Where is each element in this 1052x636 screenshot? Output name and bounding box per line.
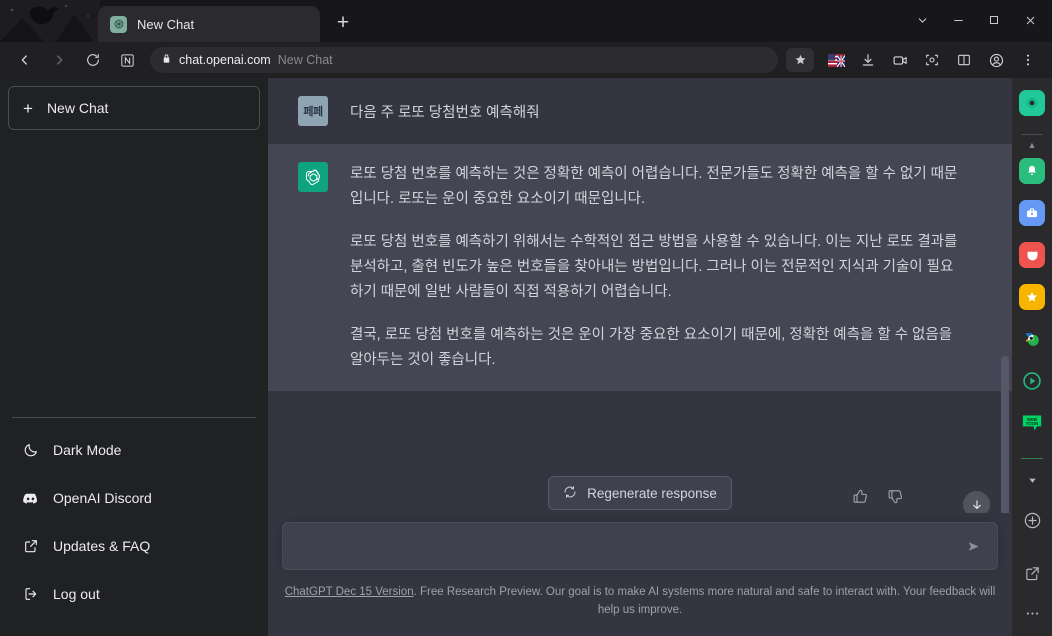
svg-text:TOON: TOON [1026,421,1038,426]
rail-app-play-icon[interactable] [1019,368,1045,394]
rail-app-notification-bell-icon[interactable] [1019,158,1045,184]
screenshot-icon[interactable] [919,47,945,73]
address-bar-page-title: New Chat [278,53,333,67]
page-content: + New Chat Dark Mode OpenAI Discord [0,78,1052,636]
profile-icon[interactable] [983,47,1009,73]
external-link-icon [22,538,39,555]
conversation-list[interactable] [8,138,260,417]
extension-n-icon[interactable] [113,46,141,74]
message-input[interactable] [297,538,966,554]
message-body: 다음 주 로또 당첨번호 예측해줘 [350,96,540,126]
message-paragraph: 다음 주 로또 당첨번호 예측해줘 [350,101,540,126]
chat-sidebar: + New Chat Dark Mode OpenAI Discord [0,78,268,636]
avatar: 페페 [298,96,328,126]
rail-app-pocket-icon[interactable] [1019,242,1045,268]
regenerate-response-button[interactable]: Regenerate response [548,476,732,510]
plus-circle-icon[interactable] [1019,507,1045,533]
new-tab-button[interactable]: + [328,9,358,39]
translate-flag-icon[interactable] [823,47,849,73]
footer-text: . Free Research Preview. Our goal is to … [414,586,996,616]
video-capture-icon[interactable] [887,47,913,73]
openai-logo-icon [298,162,328,192]
browser-navbar: chat.openai.com New Chat [0,42,1052,78]
feedback-buttons [852,488,904,510]
rail-app-bird-icon[interactable] [1019,326,1045,352]
rail-app-toolbox-icon[interactable] [1019,200,1045,226]
chevron-down-icon[interactable] [904,3,940,37]
regenerate-response-label: Regenerate response [587,486,717,501]
plus-icon: + [23,100,33,117]
rail-divider [1021,134,1043,135]
extension-puzzle-icon[interactable] [786,48,814,72]
version-link[interactable]: ChatGPT Dec 15 Version [285,586,414,598]
reload-icon[interactable] [79,46,107,74]
thumbs-down-icon[interactable] [887,488,904,510]
close-icon[interactable] [1012,3,1048,37]
download-icon[interactable] [855,47,881,73]
browser-titlebar: New Chat + [0,0,1052,42]
discord-icon [22,490,39,507]
new-chat-label: New Chat [47,100,108,116]
sidebar-item-dark-mode[interactable]: Dark Mode [8,426,260,474]
rail-app-webtoon-icon[interactable]: WEB TOON [1019,410,1045,436]
sidebar-menu: Dark Mode OpenAI Discord Updates & FAQ [8,418,260,628]
refresh-icon [563,485,577,502]
address-bar[interactable]: chat.openai.com New Chat [150,47,778,73]
tab-strip: New Chat + [98,6,358,42]
window-controls [904,0,1048,40]
message-body: 로또 당첨 번호를 예측하는 것은 정확한 예측이 어렵습니다. 전문가들도 정… [350,162,960,373]
chat-column: 페페 다음 주 로또 당첨번호 예측해줘 [268,78,1012,636]
browser-menu-icon[interactable] [1015,47,1041,73]
logout-icon [22,586,39,603]
sidebar-item-openai-discord[interactable]: OpenAI Discord [8,474,260,522]
browser-sidebar-rail: ▲ [1012,78,1052,636]
rail-external-link-icon[interactable] [1019,560,1045,586]
message-paragraph: 로또 당첨 번호를 예측하기 위해서는 수학적인 접근 방법을 사용할 수 있습… [350,230,960,305]
thumbs-up-icon[interactable] [852,488,869,510]
message-assistant: 로또 당첨 번호를 예측하는 것은 정확한 예측이 어렵습니다. 전문가들도 정… [268,144,1012,391]
maximize-icon[interactable] [976,3,1012,37]
new-chat-button[interactable]: + New Chat [8,86,260,130]
caret-down-icon[interactable] [1019,467,1045,493]
message-user: 페페 다음 주 로또 당첨번호 예측해줘 [268,78,1012,144]
sidebar-item-label: Updates & FAQ [53,538,150,554]
moon-icon [22,442,39,459]
lock-icon [161,51,172,69]
rail-divider-active [1021,458,1043,459]
caret-up-icon[interactable]: ▲ [1028,141,1037,150]
send-icon[interactable] [966,538,983,555]
split-view-icon[interactable] [951,47,977,73]
minimize-icon[interactable] [940,3,976,37]
sidebar-item-label: Log out [53,586,100,602]
composer-area: ChatGPT Dec 15 Version. Free Research Pr… [268,513,1012,636]
browser-window: New Chat + [0,0,1052,636]
back-arrow-icon[interactable] [11,46,39,74]
rail-app-donut-icon[interactable] [1019,90,1045,116]
message-paragraph: 로또 당첨 번호를 예측하는 것은 정확한 예측이 어렵습니다. 전문가들도 정… [350,162,960,212]
sidebar-item-label: OpenAI Discord [53,490,152,506]
chatgpt-favicon-icon [110,16,127,33]
browser-theme-art [0,0,100,42]
message-paragraph: 결국, 로또 당첨 번호를 예측하는 것은 운이 가장 중요한 요소이기 때문에… [350,323,960,373]
rail-app-favorites-star-icon[interactable] [1019,284,1045,310]
composer[interactable] [282,522,998,570]
sidebar-item-log-out[interactable]: Log out [8,570,260,618]
more-dots-icon[interactable] [1019,600,1045,626]
tab-new-chat[interactable]: New Chat [98,6,320,42]
sidebar-item-updates-faq[interactable]: Updates & FAQ [8,522,260,570]
sidebar-item-label: Dark Mode [53,442,121,458]
tab-title: New Chat [137,17,194,32]
footer-disclaimer: ChatGPT Dec 15 Version. Free Research Pr… [282,584,998,620]
address-bar-url: chat.openai.com [179,53,271,67]
forward-arrow-icon [45,46,73,74]
